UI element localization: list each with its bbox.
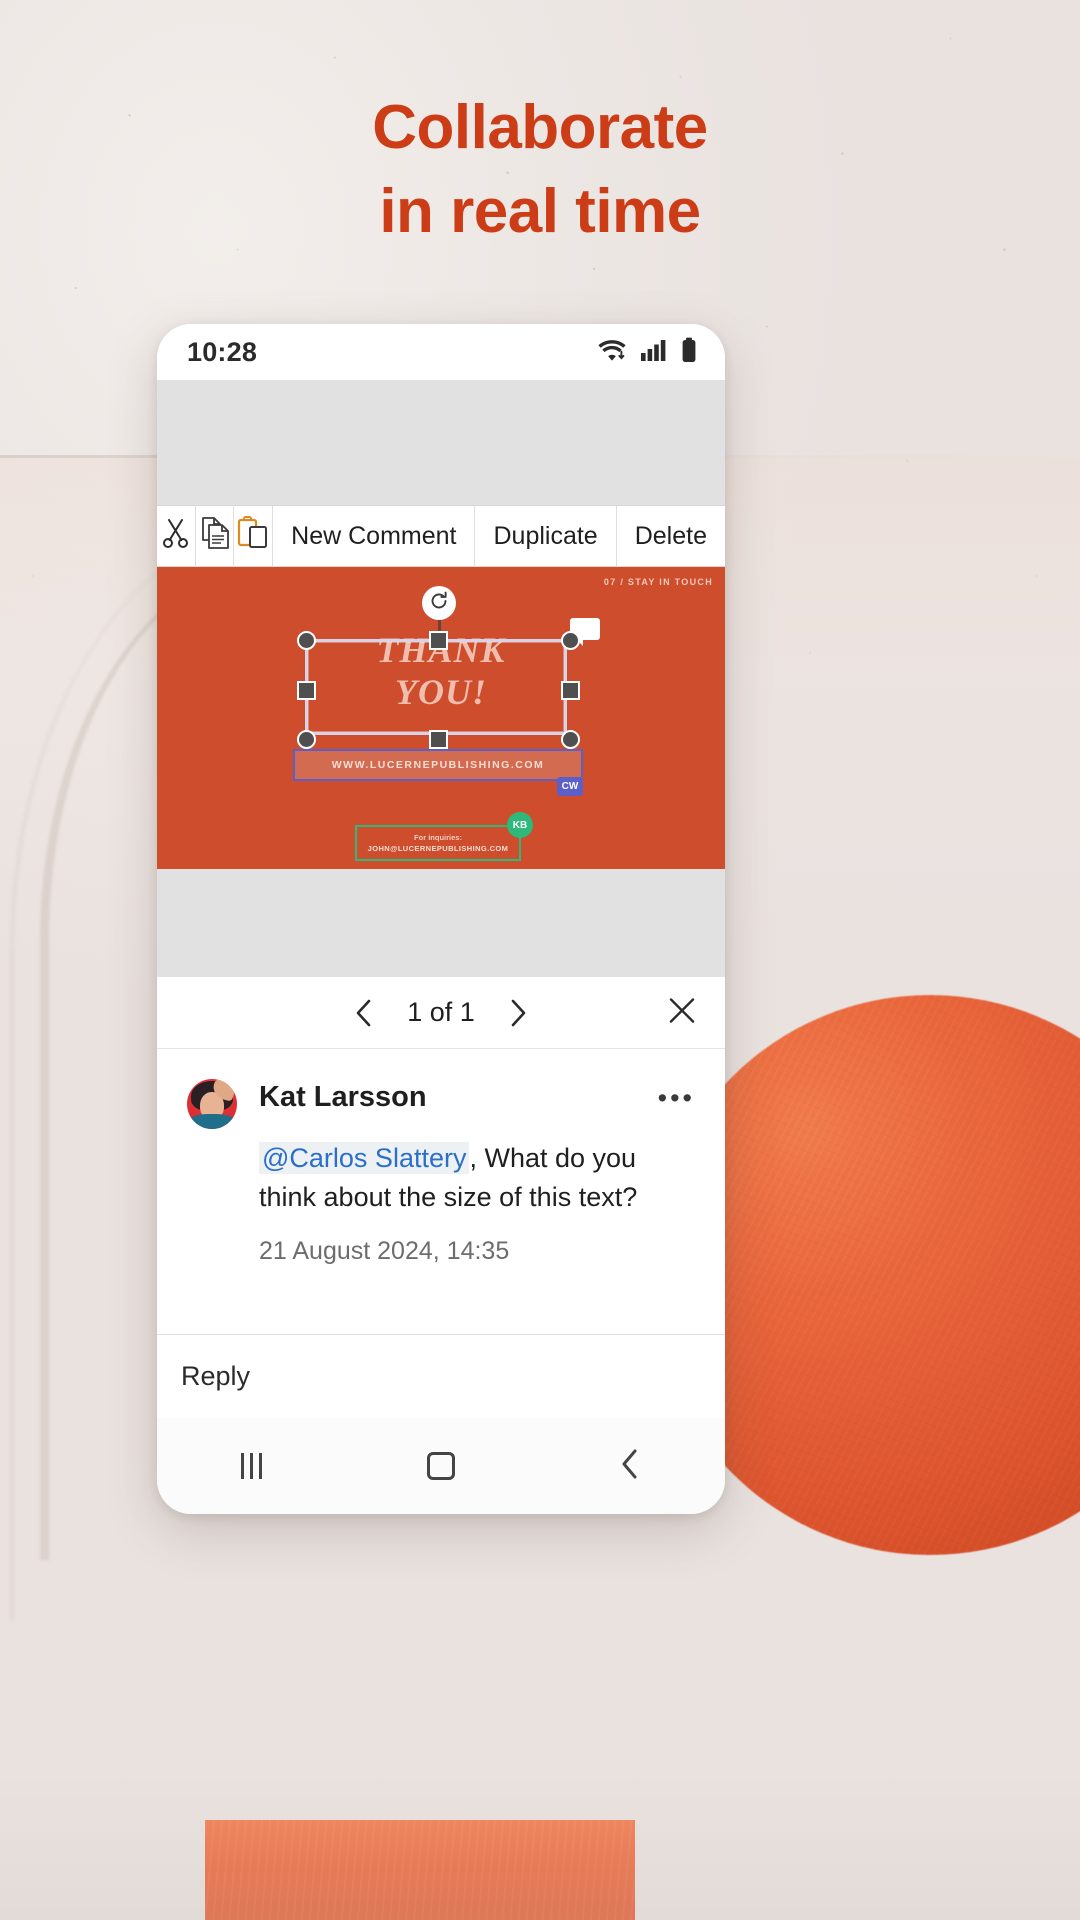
home-icon bbox=[426, 1452, 455, 1480]
comment-counter: 1 of 1 bbox=[407, 997, 475, 1027]
comment-timestamp: 21 August 2024, 14:35 bbox=[259, 1237, 510, 1266]
slide-canvas[interactable]: 07 / STAY IN TOUCH THANK YOU! WWW.LUCERN… bbox=[157, 567, 725, 869]
copy-button[interactable] bbox=[196, 506, 235, 566]
comment-author-name: Kat Larsson bbox=[259, 1081, 427, 1113]
back-button[interactable] bbox=[585, 1436, 675, 1496]
next-comment-button[interactable] bbox=[503, 998, 533, 1028]
paste-clipboard-icon bbox=[237, 515, 269, 557]
status-bar-icons bbox=[597, 337, 697, 368]
slide-corner-label: 07 / STAY IN TOUCH bbox=[603, 577, 713, 587]
cut-button[interactable] bbox=[157, 506, 196, 566]
status-bar-time: 10:28 bbox=[187, 336, 258, 367]
resize-handle-bottom-right[interactable] bbox=[561, 730, 580, 749]
document-canvas-bottom bbox=[157, 869, 725, 977]
previous-comment-button[interactable] bbox=[349, 998, 379, 1028]
rotate-handle[interactable] bbox=[422, 586, 456, 620]
cellular-signal-icon bbox=[640, 338, 668, 367]
document-canvas-top bbox=[157, 380, 725, 505]
slide-inquiries-textbox[interactable]: For inquiries: JOHN@LUCERNEPUBLISHING.CO… bbox=[355, 812, 533, 861]
battery-icon bbox=[681, 337, 697, 368]
android-navigation-bar bbox=[157, 1418, 725, 1514]
recents-icon bbox=[241, 1453, 263, 1479]
cut-scissors-icon bbox=[161, 517, 191, 556]
slide-website-textbox[interactable]: WWW.LUCERNEPUBLISHING.COM CW bbox=[293, 749, 583, 796]
reply-placeholder: Reply bbox=[181, 1361, 251, 1391]
slide-inquiries-label: For inquiries: bbox=[414, 833, 462, 842]
comment-mention[interactable]: @Carlos Slattery bbox=[259, 1142, 470, 1174]
close-comments-button[interactable] bbox=[667, 995, 697, 1030]
comment-navigation-controls: 1 of 1 bbox=[349, 997, 533, 1028]
slide-inquiries-email: JOHN@LUCERNEPUBLISHING.COM bbox=[367, 844, 509, 853]
avatar bbox=[187, 1079, 237, 1129]
slide-website-text: WWW.LUCERNEPUBLISHING.COM bbox=[331, 759, 545, 771]
reply-field[interactable]: Reply bbox=[157, 1334, 725, 1418]
recents-button[interactable] bbox=[207, 1436, 297, 1496]
resize-handle-bottom-left[interactable] bbox=[297, 730, 316, 749]
comment-overflow-menu-button[interactable]: ••• bbox=[658, 1083, 695, 1114]
delete-button[interactable]: Delete bbox=[617, 506, 725, 566]
context-menu-toolbar[interactable]: New Comment Duplicate Delete bbox=[157, 505, 725, 567]
resize-handle-top-left[interactable] bbox=[297, 631, 316, 650]
background-bottom-shadow bbox=[0, 1770, 1080, 1920]
resize-handle-middle-left[interactable] bbox=[297, 681, 316, 700]
comment-navigation-bar: 1 of 1 bbox=[157, 977, 725, 1049]
new-comment-button[interactable]: New Comment bbox=[273, 506, 476, 566]
coeditor-badge-kb: KB bbox=[507, 812, 533, 838]
copy-icon bbox=[199, 516, 231, 557]
avatar-shirt bbox=[189, 1114, 235, 1129]
phone-mockup: 10:28 New Comment Duplicate Delete 07 / … bbox=[157, 324, 725, 1514]
headline-line-1: Collaborate bbox=[372, 93, 708, 162]
headline-line-2: in real time bbox=[379, 176, 701, 246]
resize-handle-bottom-center[interactable] bbox=[429, 730, 448, 749]
rotate-icon bbox=[429, 591, 449, 616]
comment-card: Kat Larsson ••• @Carlos Slattery, What d… bbox=[157, 1049, 725, 1321]
comment-text: @Carlos Slattery, What do you think abou… bbox=[259, 1139, 695, 1217]
coeditor-badge-cw: CW bbox=[557, 777, 583, 796]
marketing-headline: Collaborate in real time bbox=[0, 86, 1080, 253]
paste-button[interactable] bbox=[234, 506, 274, 566]
resize-handle-middle-right[interactable] bbox=[561, 681, 580, 700]
duplicate-button[interactable]: Duplicate bbox=[475, 506, 617, 566]
resize-handle-top-center[interactable] bbox=[429, 631, 448, 650]
status-bar: 10:28 bbox=[157, 324, 725, 380]
resize-handle-top-right[interactable] bbox=[561, 631, 580, 650]
selected-textbox-frame[interactable] bbox=[297, 586, 600, 749]
comment-header: Kat Larsson bbox=[187, 1079, 695, 1129]
wifi-icon bbox=[597, 337, 627, 368]
home-button[interactable] bbox=[396, 1436, 486, 1496]
back-icon bbox=[618, 1448, 642, 1485]
